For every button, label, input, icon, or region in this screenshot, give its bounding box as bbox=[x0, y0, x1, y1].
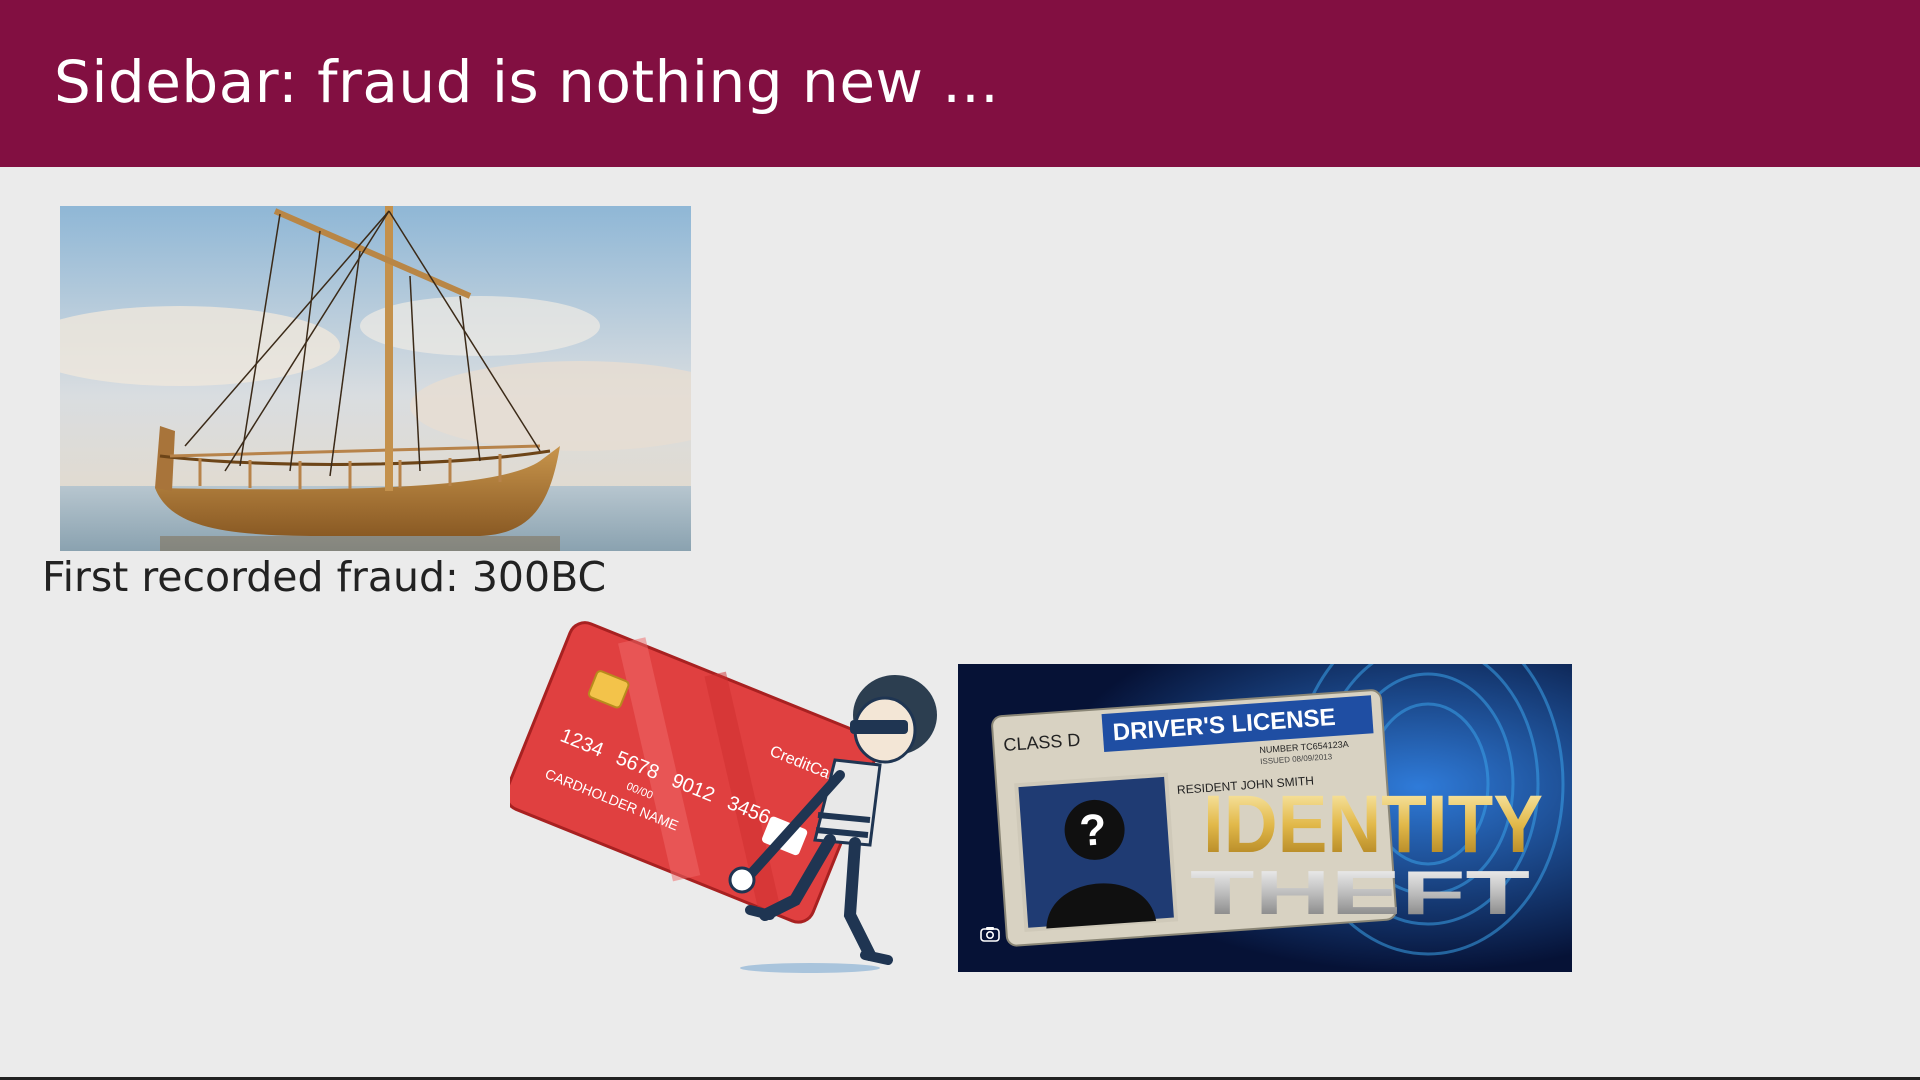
credit-card-thief-illustration: CreditCard 1234 5678 9012 3456 00/00 CAR… bbox=[510, 615, 950, 975]
identity-text: IDENTITY bbox=[1203, 779, 1543, 870]
camera-icon[interactable] bbox=[980, 926, 1000, 942]
identity-theft-image: DRIVER'S LICENSE CLASS D NUMBER TC654123… bbox=[958, 664, 1572, 972]
theft-text: THEFT bbox=[1190, 859, 1530, 928]
question-mark: ? bbox=[1078, 805, 1108, 856]
ancient-ship-image bbox=[60, 206, 691, 551]
slide-title-bar: Sidebar: fraud is nothing new ... bbox=[0, 0, 1920, 167]
fraud-caption: First recorded fraud: 300BC bbox=[42, 553, 607, 601]
slide-title: Sidebar: fraud is nothing new ... bbox=[54, 48, 1000, 116]
